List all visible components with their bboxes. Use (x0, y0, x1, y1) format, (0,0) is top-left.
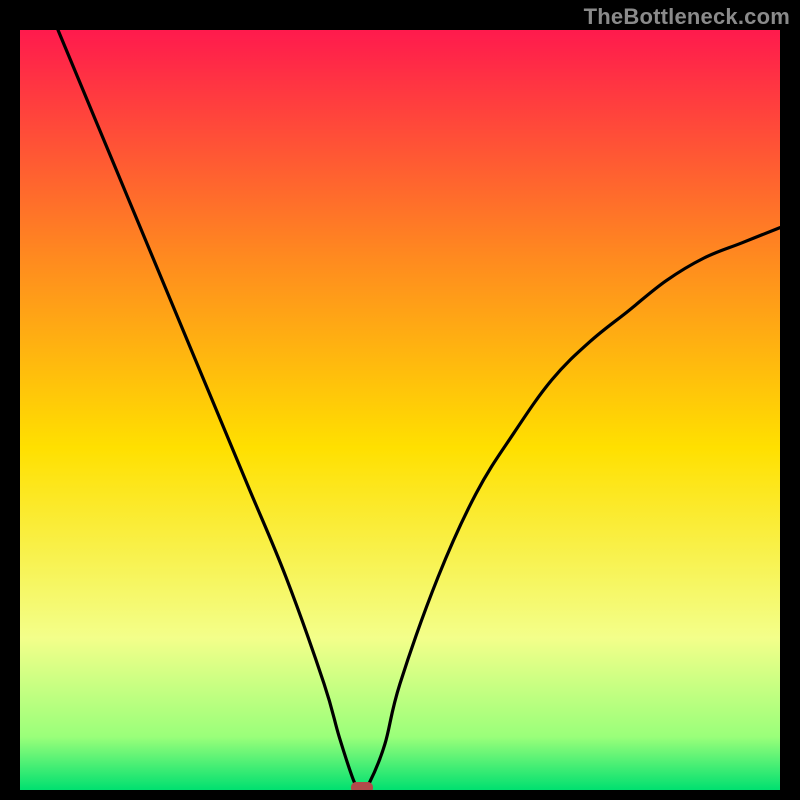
gradient-background (20, 30, 780, 790)
optimum-marker (351, 782, 373, 790)
bottleneck-chart (20, 30, 780, 790)
watermark-label: TheBottleneck.com (584, 4, 790, 30)
chart-frame (20, 30, 780, 790)
